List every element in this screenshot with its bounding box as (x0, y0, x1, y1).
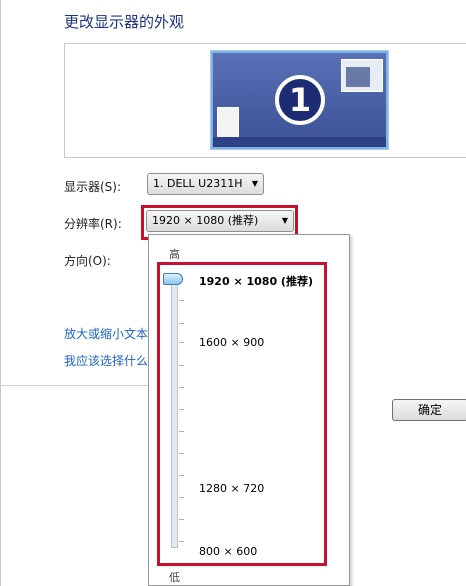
resolution-label: 分辨率(R): (64, 217, 122, 231)
chevron-down-icon: ▼ (251, 179, 258, 188)
high-label: 高 (169, 248, 180, 261)
monitor-number-badge: 1 (275, 75, 325, 125)
window-left-border (0, 0, 1, 586)
low-label: 低 (169, 571, 180, 584)
monitor-1[interactable]: 1 (211, 51, 388, 149)
display-select[interactable]: 1. DELL U2311H ▼ (147, 173, 264, 195)
display-select-value: 1. DELL U2311H (153, 177, 243, 190)
mini-window-icon (341, 59, 383, 92)
slider-highlight (157, 262, 327, 566)
mini-taskbar (213, 137, 386, 147)
page-title: 更改显示器的外观 (64, 13, 185, 31)
ok-button[interactable]: 确定 (392, 399, 466, 421)
link-resize-text[interactable]: 放大或缩小文本 (64, 325, 148, 342)
display-preview: 1 (64, 43, 466, 158)
link-what-to-choose[interactable]: 我应该选择什么 (64, 352, 148, 369)
divider (0, 385, 150, 386)
display-label: 显示器(S): (64, 180, 122, 194)
orientation-label: 方向(O): (64, 254, 111, 268)
